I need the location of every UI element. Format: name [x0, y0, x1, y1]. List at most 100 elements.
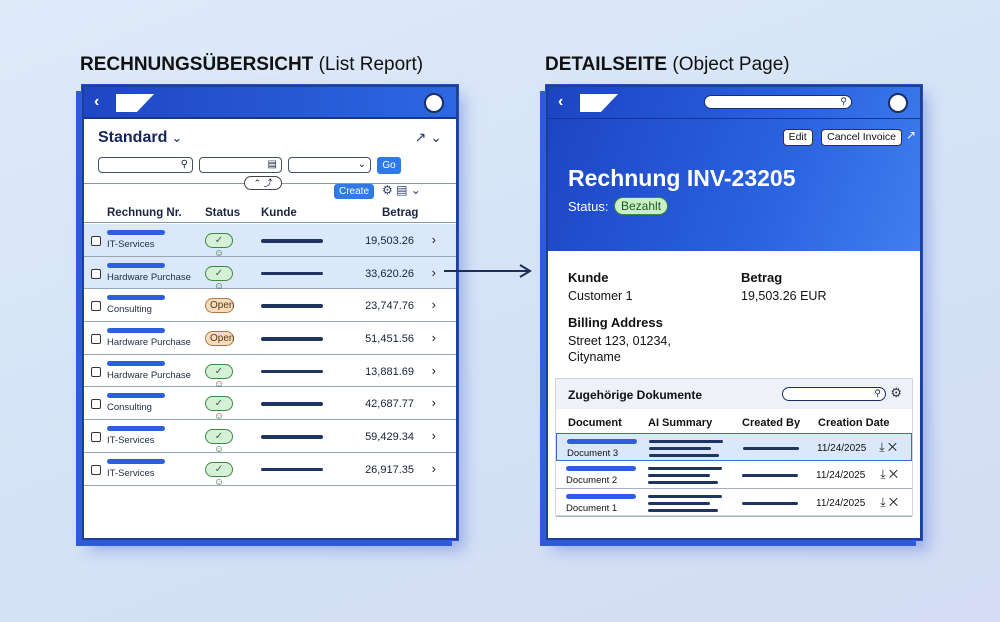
table-row[interactable]: IT-Services ✓☺ 59,429.34 › [84, 420, 456, 455]
download-icon[interactable]: ⤓ [880, 495, 885, 509]
documents-search-input[interactable]: ⚲ [782, 387, 886, 401]
chevron-right-icon[interactable]: › [432, 297, 436, 312]
chevron-right-icon[interactable]: › [432, 265, 436, 280]
invoice-amount: 13,881.69 [365, 365, 414, 378]
share-icon[interactable]: ↗ [415, 129, 427, 145]
invoice-category: Consulting [107, 304, 152, 316]
chevron-down-icon[interactable]: ⌄ [430, 129, 442, 145]
table-row[interactable]: IT-Services ✓☺ 19,503.26 › [84, 224, 456, 259]
chevron-right-icon[interactable]: › [432, 232, 436, 247]
create-button[interactable]: Create [334, 184, 374, 199]
collapse-icon[interactable]: ⌃ [253, 178, 261, 188]
variant-selector[interactable]: Standard ⌄ [98, 129, 182, 147]
status-badge-approved: ✓☺ [205, 233, 233, 259]
chevron-down-icon: ⌄ [171, 130, 183, 145]
search-filter-field[interactable]: ⚲ [98, 157, 193, 173]
list-report-titlebar: ‹ [84, 87, 456, 119]
invoice-category: IT-Services [107, 239, 155, 250]
pin-icon[interactable]: ⤴ [264, 178, 273, 188]
ai-summary-placeholder [649, 440, 723, 443]
row-checkbox[interactable] [91, 334, 101, 345]
document-name-placeholder [567, 439, 637, 444]
settings-gear-icon[interactable]: ⚙ [890, 385, 902, 401]
column-header-status[interactable]: Status [205, 207, 240, 219]
column-header-kunde[interactable]: Kunde [261, 207, 297, 219]
chevron-down-icon[interactable]: ⌄ [411, 183, 421, 197]
column-header-created-by[interactable]: Created By [742, 417, 800, 429]
table-toolbar-icons: ⚙ ▤ ⌄ [382, 183, 421, 197]
cancel-invoice-button[interactable]: Cancel Invoice [821, 129, 902, 146]
dropdown-filter-field[interactable]: ⌄ [288, 157, 371, 173]
column-header-creation-date[interactable]: Creation Date [818, 417, 890, 429]
list-report-caption-subtitle: (List Report) [318, 54, 424, 75]
back-chevron-icon[interactable]: ‹ [94, 93, 99, 111]
status-badge-approved: ✓☺ [205, 265, 233, 292]
page-title: Rechnung INV-23205 [568, 165, 796, 191]
betrag-label: Betrag [741, 270, 783, 285]
table-row[interactable]: Hardware Purchase ✓☺ 33,620.26 › [84, 256, 456, 292]
date-filter-field[interactable]: ▤ [199, 157, 282, 173]
status-badge: Bezahlt [614, 197, 669, 215]
app-logo [116, 94, 154, 112]
global-search-input[interactable]: ⚲ [704, 95, 852, 109]
download-icon[interactable]: ⤓ [880, 467, 885, 481]
chevron-right-icon[interactable]: › [432, 363, 436, 378]
ai-summary-placeholder [649, 447, 711, 450]
row-checkbox[interactable] [91, 399, 101, 410]
customer-placeholder [261, 271, 323, 276]
invoice-amount: 42,687.77 [365, 398, 414, 411]
table-row[interactable]: Consulting Open 23,747.76 › [84, 289, 456, 323]
row-checkbox[interactable] [91, 432, 101, 443]
share-icon[interactable]: ↗ [906, 128, 916, 142]
chevron-right-icon[interactable]: › [432, 330, 436, 345]
go-button[interactable]: Go [377, 157, 401, 174]
user-avatar-icon[interactable] [888, 93, 908, 113]
table-row[interactable]: Consulting ✓☺ 42,687.77 › [84, 387, 456, 422]
object-page-actions: Edit Cancel Invoice [779, 127, 902, 146]
column-header-betrag[interactable]: Betrag [382, 207, 418, 219]
object-page-titlebar: ‹ ⚲ [548, 87, 920, 119]
invoice-category: IT-Services [107, 435, 155, 447]
creation-date: 11/24/2025 [816, 498, 866, 509]
customer-placeholder [261, 304, 323, 308]
row-checkbox[interactable] [91, 301, 101, 312]
customer-placeholder [261, 369, 323, 374]
close-icon[interactable]: ✕ [889, 495, 898, 509]
table-row[interactable]: Document 1 11/24/2025 ⤓ ✕ [556, 489, 912, 517]
export-icon[interactable]: ▤ [396, 183, 407, 197]
ai-summary-placeholder [648, 502, 710, 505]
row-checkbox[interactable] [91, 464, 101, 475]
betrag-value: 19,503.26 EUR [741, 289, 827, 303]
collapse-pin-handle[interactable]: ⌃ ⤴ [244, 176, 282, 190]
invoice-number-placeholder [107, 393, 165, 399]
user-avatar-icon[interactable] [424, 93, 444, 113]
invoice-amount: 26,917.35 [365, 463, 414, 476]
list-report-window: ‹ Standard ⌄ ↗ ⌄ ⚲ ▤ ⌄ Go ⌃ ⤴ Create ⚙ ▤ … [82, 85, 458, 540]
settings-gear-icon[interactable]: ⚙ [382, 183, 393, 197]
calendar-icon: ▤ [267, 159, 277, 170]
row-checkbox[interactable] [91, 268, 101, 279]
column-header-ai-summary[interactable]: AI Summary [648, 417, 712, 429]
close-icon[interactable]: ✕ [889, 467, 898, 481]
download-icon[interactable]: ⤓ [879, 440, 884, 454]
table-row[interactable]: Hardware Purchase ✓☺ 13,881.69 › [84, 355, 456, 390]
table-row[interactable]: Document 3 11/24/2025 ⤓ ✕ [556, 433, 912, 461]
status-badge-approved: ✓☺ [205, 429, 233, 455]
invoice-category: Hardware Purchase [107, 337, 191, 349]
back-chevron-icon[interactable]: ‹ [558, 93, 563, 111]
ai-summary-placeholder [648, 474, 710, 477]
table-row[interactable]: Hardware Purchase Open 51,451.56 › [84, 322, 456, 355]
row-checkbox[interactable] [91, 366, 101, 377]
column-header-rechnung[interactable]: Rechnung Nr. [107, 207, 182, 219]
close-icon[interactable]: ✕ [888, 440, 897, 454]
edit-button[interactable]: Edit [782, 129, 813, 146]
chevron-right-icon[interactable]: › [432, 428, 436, 443]
table-row[interactable]: IT-Services ✓☺ 26,917.35 › [84, 453, 456, 488]
object-page-caption-subtitle: (Object Page) [672, 54, 790, 75]
column-header-document[interactable]: Document [568, 417, 622, 429]
table-row[interactable]: Document 2 11/24/2025 ⤓ ✕ [556, 461, 912, 489]
chevron-right-icon[interactable]: › [432, 395, 436, 410]
chevron-right-icon[interactable]: › [432, 461, 436, 476]
row-checkbox[interactable] [91, 236, 101, 246]
list-report-caption-title: RECHNUNGSÜBERSICHT [80, 54, 314, 75]
